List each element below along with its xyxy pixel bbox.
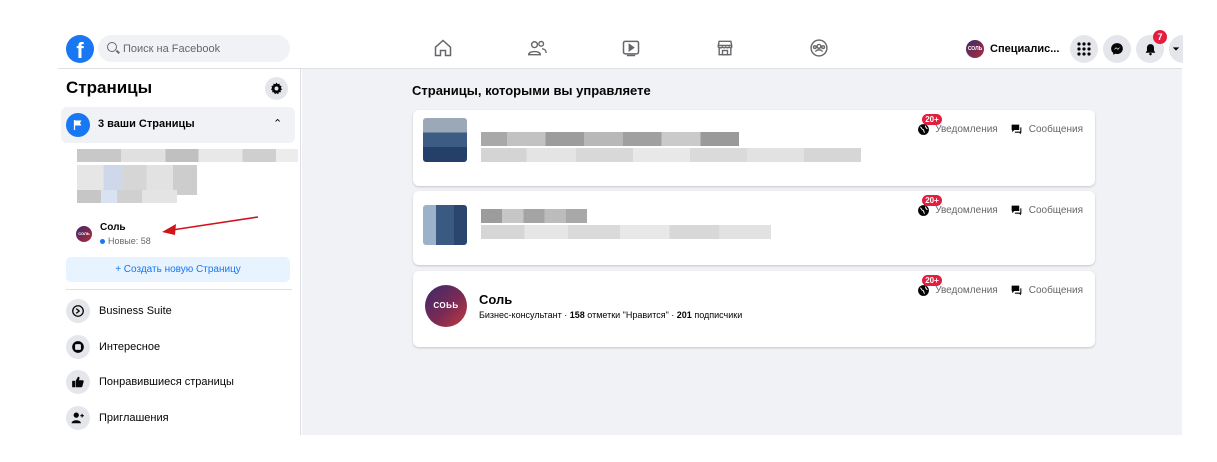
card-actions: 20+ Уведомления Сообщения [916, 275, 1083, 297]
gear-icon [270, 82, 283, 95]
avatar: СОЛЬ [966, 40, 984, 58]
notifications-count-badge: 20+ [922, 195, 942, 206]
sidebar: Страницы 3 ваши Страницы ⌃ СОЛЬ Соль Нов… [58, 69, 301, 435]
menu-grid-button[interactable] [1070, 35, 1098, 63]
search-input[interactable] [123, 35, 283, 62]
sidebar-title: Страницы [66, 78, 153, 97]
sidebar-item-label: Приглашения [99, 412, 169, 424]
search-icon [107, 42, 117, 52]
notifications-count-badge: 20+ [922, 114, 942, 125]
liked-pages-icon [66, 370, 90, 394]
bell-icon [1145, 43, 1155, 55]
settings-button[interactable] [265, 77, 288, 100]
messages-label: Сообщения [1028, 204, 1083, 216]
business-suite-icon [66, 299, 90, 323]
chevron-down-icon [1172, 47, 1180, 51]
managed-page-card[interactable]: 20+ Уведомления Сообщения [413, 110, 1095, 186]
profile-name: Специалис... [990, 43, 1060, 55]
page-meta: Бизнес-консультант · 158 отметки "Нравит… [479, 310, 743, 320]
profile-chip[interactable]: СОЛЬ Специалис... [966, 38, 1059, 60]
blurred-avatar [423, 205, 467, 245]
divider [66, 289, 292, 290]
chat-bubble-icon [1010, 203, 1024, 217]
discover-icon [66, 335, 90, 359]
sidebar-item-discover[interactable]: Интересное [66, 333, 292, 361]
sidebar-item-invites[interactable]: Приглашения [66, 404, 292, 432]
groups-icon[interactable] [807, 37, 831, 59]
account-menu-button[interactable] [1169, 35, 1183, 63]
messenger-icon [1111, 43, 1123, 55]
sidebar-item-liked-pages[interactable]: Понравившиеся страницы [66, 368, 292, 396]
blurred-page-meta [481, 225, 771, 239]
messenger-button[interactable] [1103, 35, 1131, 63]
followers-label: подписчики [694, 310, 743, 320]
chevron-up-icon[interactable]: ⌃ [273, 117, 282, 130]
notifications-link[interactable]: 20+ Уведомления [916, 195, 998, 217]
messages-link[interactable]: Сообщения [1010, 283, 1083, 297]
top-navigation-bar: f СОЛЬ Специалис... [58, 29, 1183, 69]
page-name[interactable]: Соль [479, 292, 512, 307]
page-category: Бизнес-консультант [479, 310, 562, 320]
your-pages-group[interactable]: 3 ваши Страницы ⌃ [61, 107, 295, 143]
followers-count: 201 [676, 310, 692, 320]
managed-page-card-sol[interactable]: СОЬЬ Соль Бизнес-консультант · 158 отмет… [413, 271, 1095, 347]
page-frame: f СОЛЬ Специалис... [0, 0, 1217, 462]
messages-link[interactable]: Сообщения [1010, 203, 1083, 217]
avatar: СОЛЬ [76, 226, 92, 242]
messages-label: Сообщения [1028, 284, 1083, 296]
watch-icon[interactable] [619, 37, 643, 59]
sol-page-name: Соль [100, 222, 126, 233]
notifications-count-badge: 20+ [922, 275, 942, 286]
notifications-label: Уведомления [935, 284, 998, 296]
notifications-link[interactable]: 20+ Уведомления [916, 114, 998, 136]
notifications-label: Уведомления [935, 123, 998, 135]
main-content: Страницы, которыми вы управляете 20+ Уве… [302, 69, 1182, 435]
facebook-logo-icon[interactable]: f [66, 35, 94, 63]
red-arrow-annotation [162, 216, 259, 235]
sidebar-item-business-suite[interactable]: Business Suite [66, 297, 292, 325]
sidebar-item-label: Business Suite [99, 305, 172, 317]
search-box[interactable] [98, 35, 290, 62]
chat-bubble-icon [1010, 283, 1024, 297]
blurred-page-name [481, 132, 739, 146]
blurred-page-meta [481, 148, 861, 162]
sol-new-count: Новые: 58 [100, 236, 151, 246]
messages-link[interactable]: Сообщения [1010, 122, 1083, 136]
create-page-button[interactable]: + Создать новую Страницу [66, 257, 290, 282]
sidebar-item-label: Понравившиеся страницы [99, 376, 234, 388]
your-pages-label: 3 ваши Страницы [98, 118, 195, 130]
chat-bubble-icon [1010, 122, 1024, 136]
blurred-page-name [77, 190, 177, 203]
flag-icon [66, 113, 90, 137]
marketplace-icon[interactable] [713, 37, 737, 59]
card-actions: 20+ Уведомления Сообщения [916, 114, 1083, 136]
likes-label: отметки "Нравится" [587, 310, 669, 320]
invites-icon [66, 406, 90, 430]
blurred-page-name [481, 209, 587, 223]
friends-icon[interactable] [525, 37, 549, 59]
notifications-label: Уведомления [935, 204, 998, 216]
grid-icon [1077, 42, 1091, 56]
page-title: Страницы, которыми вы управляете [412, 83, 651, 98]
new-count-label: Новые: 58 [108, 236, 151, 246]
managed-page-card[interactable]: 20+ Уведомления Сообщения [413, 191, 1095, 265]
home-icon[interactable] [431, 37, 455, 59]
avatar[interactable]: СОЬЬ [425, 285, 467, 327]
card-actions: 20+ Уведомления Сообщения [916, 195, 1083, 217]
likes-count: 158 [569, 310, 585, 320]
unread-dot-icon [100, 239, 105, 245]
blurred-page-name [77, 149, 298, 162]
notifications-link[interactable]: 20+ Уведомления [916, 275, 998, 297]
blurred-avatar [423, 118, 467, 162]
messages-label: Сообщения [1028, 123, 1083, 135]
notification-count-badge: 7 [1153, 30, 1167, 44]
sidebar-item-label: Интересное [99, 341, 161, 353]
